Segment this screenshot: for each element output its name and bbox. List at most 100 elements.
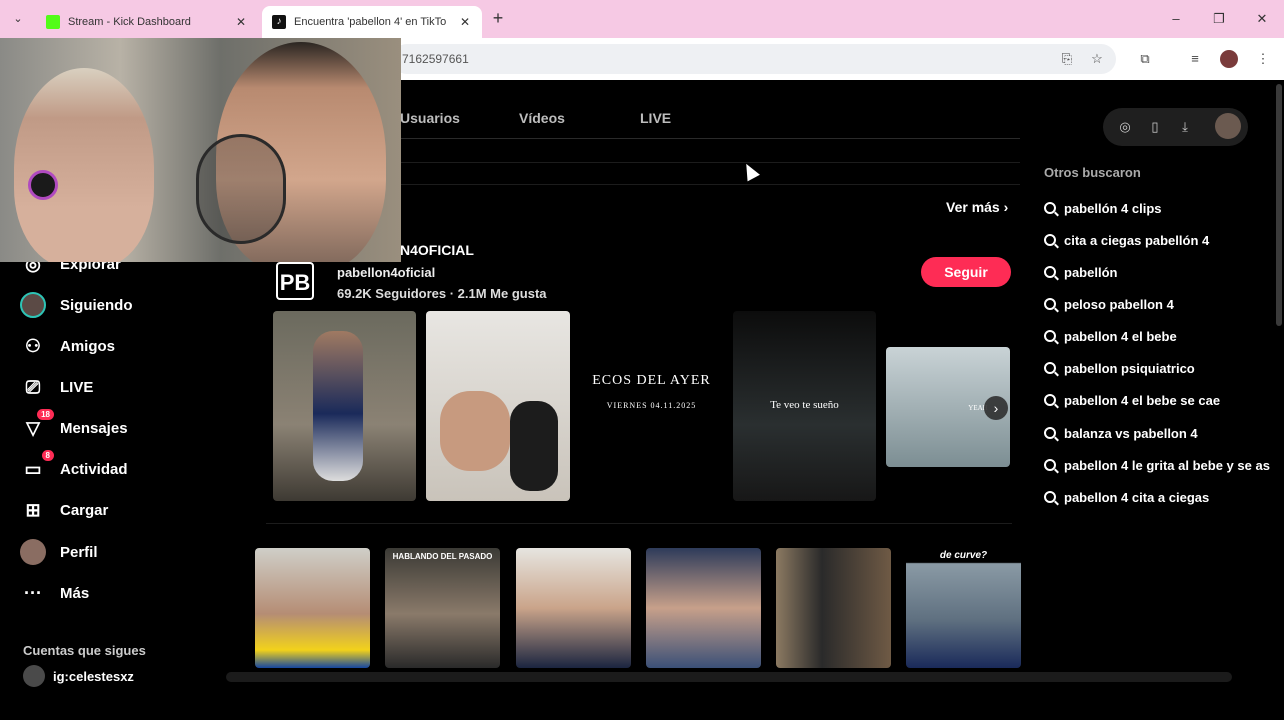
video-grid-item[interactable]: HABLANDO DEL PASADO — [385, 548, 500, 668]
search-suggestion[interactable]: cita a ciegas pabellón 4 — [1044, 230, 1280, 250]
sidebar-item-label: Actividad — [60, 460, 128, 478]
account-video-3[interactable]: ECOS DEL AYER VIERNES 04.11.2025 — [580, 311, 723, 501]
bookmark-star-icon[interactable]: ☆ — [1088, 50, 1106, 68]
install-app-icon[interactable]: ⎘ — [1058, 50, 1076, 68]
tab-search-chevron-icon[interactable]: ⌄ — [8, 9, 28, 29]
horizontal-scrollbar[interactable] — [226, 672, 1232, 682]
streamer-left-image — [14, 68, 154, 262]
account-handle[interactable]: pabellon4oficial — [337, 265, 435, 280]
search-suggestion[interactable]: pabellon 4 cita a ciegas — [1044, 487, 1280, 507]
following-account-name: ig:celestesxz — [53, 668, 134, 684]
search-suggestion[interactable]: pabellon 4 el bebe — [1044, 326, 1280, 346]
tab-kick-dashboard[interactable]: Stream - Kick Dashboard ✕ — [36, 6, 258, 38]
close-window-icon[interactable]: ✕ — [1252, 9, 1272, 29]
header-actions: ◎ ▯ ⤓ — [1103, 108, 1248, 146]
tab-videos[interactable]: Vídeos — [519, 110, 565, 126]
video-grid-item[interactable] — [255, 548, 370, 668]
see-more-link[interactable]: Ver más › — [946, 199, 1008, 215]
tab-live[interactable]: LIVE — [640, 110, 671, 126]
url-text: 7162597661 — [402, 52, 469, 66]
live-tv-icon: ⎚ — [25, 376, 41, 397]
account-video-2[interactable] — [426, 311, 570, 501]
messages-badge: 18 — [37, 409, 54, 420]
sidebar-item-label: Siguiendo — [60, 296, 133, 314]
account-video-1[interactable] — [273, 311, 416, 501]
carousel-next-arrow-icon[interactable]: › — [984, 396, 1008, 420]
search-suggestion[interactable]: balanza vs pabellon 4 — [1044, 423, 1280, 443]
sidebar-item-cargar[interactable]: ⊞ Cargar — [20, 496, 108, 524]
video-grid-item[interactable] — [646, 548, 761, 668]
section-divider — [266, 523, 1012, 524]
close-tab-icon[interactable]: ✕ — [234, 15, 248, 29]
kick-icon — [46, 15, 60, 29]
account-stats: 69.2K Seguidores · 2.1M Me gusta — [337, 286, 547, 301]
video-overlay-text: de curve? — [939, 550, 988, 561]
search-suggestion[interactable]: pabellón — [1044, 262, 1280, 282]
account-video-4[interactable]: Te veo te sueño — [733, 311, 876, 501]
sidebar-item-amigos[interactable]: ⚇ Amigos — [20, 332, 115, 360]
video-grid-item[interactable] — [516, 548, 631, 668]
search-icon — [1044, 298, 1056, 310]
device-icon[interactable]: ▯ — [1145, 117, 1165, 137]
video-grid-item[interactable] — [776, 548, 891, 668]
video-overlay-text: HABLANDO DEL PASADO — [392, 552, 493, 561]
search-icon — [1044, 491, 1056, 503]
search-icon — [1044, 394, 1056, 406]
maximize-icon[interactable]: ❐ — [1209, 9, 1229, 29]
search-suggestion[interactable]: pabellon psiquiatrico — [1044, 358, 1280, 378]
video-grid-item[interactable]: de curve? — [906, 548, 1021, 668]
fan-image — [196, 134, 286, 244]
coins-icon[interactable]: ◎ — [1115, 117, 1135, 137]
sidebar-item-label: Mensajes — [60, 419, 128, 437]
sidebar-item-siguiendo[interactable]: Siguiendo — [20, 291, 133, 319]
activity-icon: ▭ 8 — [20, 450, 54, 482]
media-control-icon[interactable]: ≡ — [1186, 50, 1204, 68]
follow-button[interactable]: Seguir — [921, 257, 1011, 287]
tab-strip: ⌄ Stream - Kick Dashboard ✕ ♪ Encuentra … — [0, 0, 1284, 38]
tab-tiktok-search[interactable]: ♪ Encuentra 'pabellon 4' en TikTo ✕ — [262, 6, 482, 38]
search-suggestion[interactable]: pabellon 4 el bebe se cae — [1044, 390, 1280, 410]
search-suggestion[interactable]: peloso pabellon 4 — [1044, 294, 1280, 314]
activity-badge: 8 — [41, 450, 54, 461]
friends-icon: ⚇ — [24, 335, 42, 356]
close-tab-icon[interactable]: ✕ — [458, 15, 472, 29]
sidebar-item-actividad[interactable]: ▭ 8 Actividad — [20, 450, 128, 483]
profile-avatar-icon — [20, 539, 46, 565]
browser-menu-icon[interactable]: ⋮ — [1254, 50, 1272, 68]
sidebar-item-mas[interactable]: ··· Más — [20, 579, 89, 607]
tab-title: Encuentra 'pabellon 4' en TikTo — [294, 16, 447, 28]
vertical-scrollbar[interactable] — [1276, 84, 1282, 326]
search-suggestion[interactable]: pabellón 4 clips — [1044, 198, 1280, 218]
account-avatar[interactable]: PB — [276, 262, 314, 300]
sidebar-item-perfil[interactable]: Perfil — [20, 538, 98, 566]
account-display-name: N4OFICIAL — [400, 242, 474, 258]
webcam-overlay — [0, 38, 401, 262]
sidebar-item-label: Perfil — [60, 543, 98, 561]
tabs-divider — [400, 138, 1020, 139]
address-bar[interactable]: 7162597661 — [392, 44, 1116, 74]
new-tab-plus-icon[interactable]: + — [488, 8, 508, 28]
minimize-icon[interactable]: – — [1166, 9, 1186, 29]
sidebar-item-label: Amigos — [60, 337, 116, 355]
video-title-overlay: ECOS DEL AYER — [592, 373, 711, 388]
more-icon: ··· — [24, 582, 42, 603]
following-account[interactable]: ig:celestesxz — [23, 664, 134, 688]
tab-usuarios[interactable]: Usuarios — [400, 110, 460, 126]
search-icon — [1044, 202, 1056, 214]
sidebar-item-mensajes[interactable]: ▽ 18 Mensajes — [20, 409, 128, 442]
sidebar-item-live[interactable]: ⎚ LIVE — [20, 373, 94, 401]
following-avatar-icon — [20, 292, 46, 318]
user-avatar-icon[interactable] — [1215, 113, 1241, 139]
search-icon — [1044, 459, 1056, 471]
profile-avatar-icon[interactable] — [1220, 50, 1238, 68]
others-searched-header: Otros buscaron — [1044, 165, 1141, 180]
tab-title: Stream - Kick Dashboard — [68, 16, 191, 28]
video-title-overlay: Te veo te sueño — [770, 399, 839, 411]
search-suggestion[interactable]: pabellon 4 le grita al bebe y se as — [1044, 455, 1280, 475]
section-divider — [400, 184, 1020, 185]
sidebar-item-label: LIVE — [60, 378, 94, 396]
headphones-icon — [28, 170, 58, 200]
download-icon[interactable]: ⤓ — [1175, 117, 1195, 137]
extensions-puzzle-icon[interactable]: ⧉ — [1136, 50, 1154, 68]
following-accounts-header: Cuentas que sigues — [23, 643, 146, 658]
